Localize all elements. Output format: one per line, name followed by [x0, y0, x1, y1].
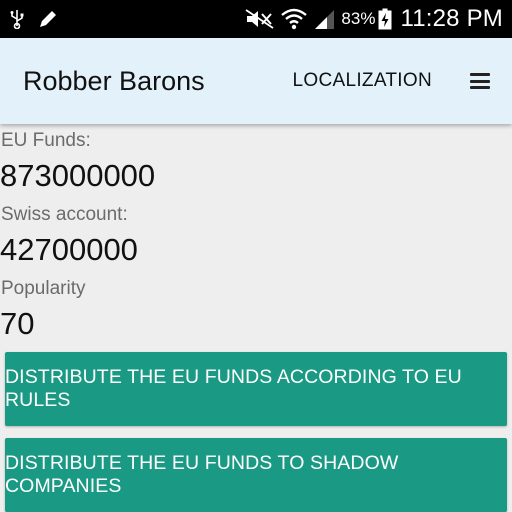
- status-bar-left: [10, 9, 72, 29]
- localization-menu-item[interactable]: LOCALIZATION: [293, 70, 432, 92]
- usb-icon: [10, 10, 24, 29]
- overflow-line: [470, 79, 490, 83]
- clock: 11:28 PM: [400, 5, 503, 32]
- app-title: Robber Barons: [23, 65, 205, 96]
- eu-funds-value: 873000000: [0, 158, 156, 193]
- mute-icon: [245, 9, 274, 29]
- overflow-line: [470, 86, 490, 89]
- battery-charging-icon: [378, 8, 392, 30]
- swiss-account-value: 42700000: [0, 232, 138, 267]
- app-bar: Robber Barons LOCALIZATION: [0, 38, 512, 124]
- battery-percentage: 83%: [341, 9, 376, 28]
- distribute-by-eu-rules-button[interactable]: DISTRIBUTE THE EU FUNDS ACCORDING TO EU …: [5, 352, 507, 426]
- status-bar: 83% 11:28 PM: [0, 0, 512, 38]
- pencil-icon: [40, 11, 56, 27]
- distribute-to-shadow-companies-button[interactable]: DISTRIBUTE THE EU FUNDS TO SHADOW COMPAN…: [5, 438, 507, 512]
- eu-funds-label: EU Funds:: [1, 130, 91, 151]
- popularity-value: 70: [0, 306, 35, 341]
- swiss-account-label: Swiss account:: [1, 204, 128, 225]
- signal-icon: [315, 10, 335, 29]
- overflow-line: [470, 73, 490, 76]
- overflow-menu-icon[interactable]: [470, 73, 490, 89]
- wifi-icon: [281, 8, 308, 30]
- status-bar-right: 83% 11:28 PM: [239, 5, 503, 33]
- popularity-label: Popularity: [1, 278, 86, 299]
